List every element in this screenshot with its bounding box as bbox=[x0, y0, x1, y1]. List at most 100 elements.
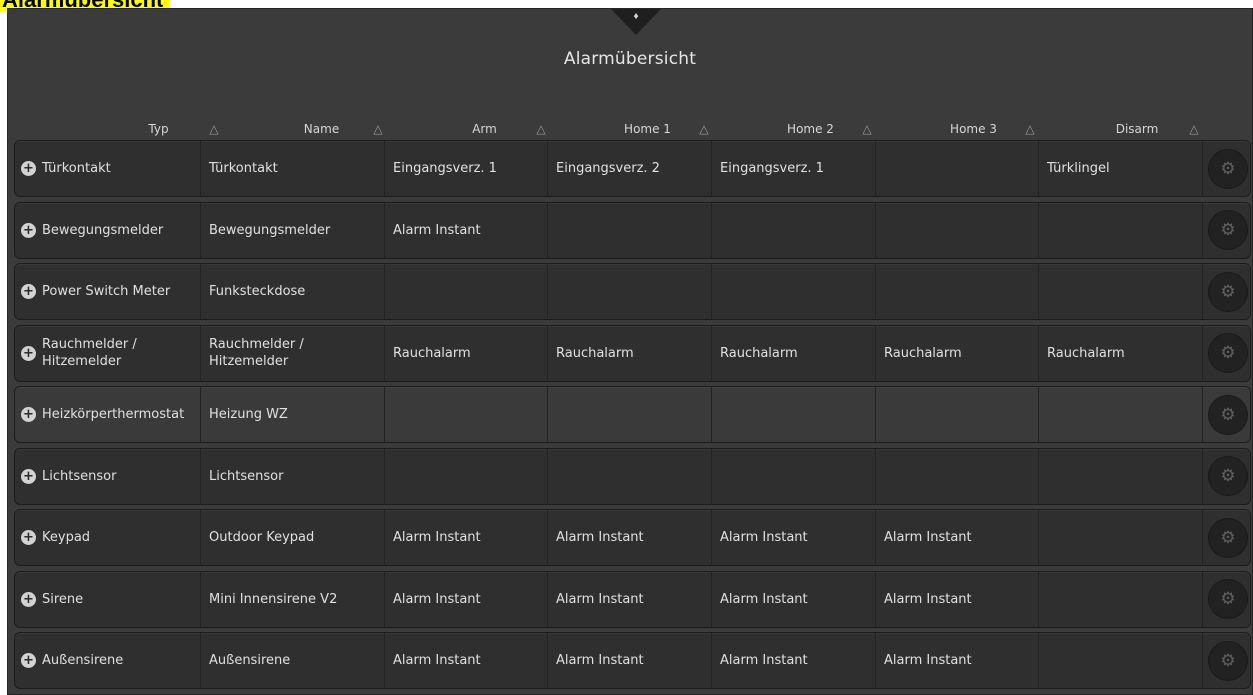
sort-triangle-icon[interactable]: △ bbox=[1019, 122, 1041, 136]
gear-icon[interactable]: ⚙ bbox=[1208, 394, 1248, 435]
cell-name[interactable]: Heizung WZ bbox=[201, 387, 385, 442]
cell-arm[interactable]: Alarm Instant bbox=[385, 571, 548, 627]
cell-home3[interactable] bbox=[876, 141, 1039, 196]
cell-home3[interactable] bbox=[876, 264, 1039, 319]
cell-home1[interactable] bbox=[548, 202, 712, 258]
cell-home2[interactable]: Eingangsverz. 1 bbox=[712, 141, 876, 196]
table-row[interactable]: + Keypad Outdoor Keypad Alarm Instant Alarm … bbox=[14, 509, 1251, 566]
cell-arm[interactable]: Alarm Instant bbox=[385, 633, 548, 688]
cell-home3[interactable]: Alarm Instant bbox=[876, 633, 1039, 688]
cell-home3[interactable]: Rauchalarm bbox=[876, 325, 1039, 381]
cell-text-home2: Alarm Instant bbox=[720, 591, 808, 607]
cell-text-typ: Lichtsensor bbox=[42, 468, 117, 484]
table-row[interactable]: + Power Switch Meter Funksteckdose ⚙ bbox=[14, 263, 1251, 320]
cell-text-home2: Eingangsverz. 1 bbox=[720, 161, 824, 176]
cell-home1[interactable] bbox=[548, 448, 712, 504]
cell-home1[interactable]: Alarm Instant bbox=[548, 633, 712, 688]
cell-home2[interactable] bbox=[712, 202, 876, 258]
sort-triangle-icon[interactable]: △ bbox=[203, 122, 225, 136]
cell-home3[interactable]: Alarm Instant bbox=[876, 571, 1039, 627]
cell-home2[interactable]: Rauchalarm bbox=[712, 325, 876, 381]
gear-icon[interactable]: ⚙ bbox=[1208, 271, 1248, 312]
cell-disarm[interactable] bbox=[1039, 510, 1203, 565]
sort-triangle-icon[interactable]: △ bbox=[1183, 122, 1205, 136]
cell-disarm[interactable]: Türklingel bbox=[1039, 141, 1203, 196]
table-row[interactable]: + Türkontakt Türkontakt Eingangsverz. 1 Eing… bbox=[14, 140, 1251, 197]
sort-triangle-icon[interactable]: △ bbox=[530, 122, 552, 136]
cell-typ: + Außensirene bbox=[15, 633, 201, 688]
cell-home2[interactable]: Alarm Instant bbox=[712, 633, 876, 688]
cell-home1[interactable]: Rauchalarm bbox=[548, 325, 712, 381]
cell-disarm[interactable]: Rauchalarm bbox=[1039, 325, 1203, 381]
cell-name[interactable]: Rauchmelder / Hitzemelder bbox=[201, 325, 385, 381]
cell-text-home3: Rauchalarm bbox=[884, 345, 962, 361]
cell-text-typ: Heizkörperthermostat bbox=[42, 407, 185, 422]
cell-home3[interactable] bbox=[876, 387, 1039, 442]
gear-icon[interactable]: ⚙ bbox=[1208, 517, 1248, 558]
gear-icon[interactable]: ⚙ bbox=[1208, 456, 1248, 496]
cell-disarm[interactable] bbox=[1039, 633, 1203, 688]
table-row[interactable]: + Heizkörperthermostat Heizung WZ ⚙ bbox=[14, 386, 1251, 443]
cell-home2[interactable] bbox=[712, 448, 876, 504]
gear-icon[interactable]: ⚙ bbox=[1208, 210, 1248, 250]
cell-arm[interactable] bbox=[385, 264, 548, 319]
cell-arm[interactable]: Alarm Instant bbox=[385, 510, 548, 565]
plus-icon[interactable]: + bbox=[21, 591, 36, 607]
plus-icon[interactable]: + bbox=[21, 284, 36, 299]
table-row[interactable]: + Bewegungsmelder Bewegungsmelder Alarm Ins… bbox=[14, 201, 1251, 259]
gear-icon[interactable]: ⚙ bbox=[1208, 579, 1248, 619]
cell-home1[interactable]: Eingangsverz. 2 bbox=[548, 141, 712, 196]
cell-home2[interactable] bbox=[712, 387, 876, 442]
cell-typ: + Türkontakt bbox=[15, 141, 201, 196]
panel-title: Alarmübersicht bbox=[563, 49, 697, 69]
gear-icon[interactable]: ⚙ bbox=[1208, 333, 1248, 373]
cell-home3[interactable]: Alarm Instant bbox=[876, 510, 1039, 565]
cell-home3[interactable] bbox=[876, 448, 1039, 504]
cell-name[interactable]: Türkontakt bbox=[201, 141, 385, 196]
cell-text-home3: Alarm Instant bbox=[884, 530, 972, 545]
gear-icon[interactable]: ⚙ bbox=[1208, 148, 1248, 189]
table-row[interactable]: + Außensirene Außensirene Alarm Instant Alar… bbox=[14, 632, 1251, 689]
cell-text-home2: Rauchalarm bbox=[720, 345, 798, 361]
cell-name[interactable]: Outdoor Keypad bbox=[201, 510, 385, 565]
cell-home3[interactable] bbox=[876, 202, 1039, 258]
cell-disarm[interactable] bbox=[1039, 387, 1203, 442]
plus-icon[interactable]: + bbox=[21, 345, 36, 361]
cell-home1[interactable] bbox=[548, 264, 712, 319]
sort-triangle-icon[interactable]: △ bbox=[367, 122, 389, 136]
cell-name[interactable]: Außensirene bbox=[201, 633, 385, 688]
cell-name[interactable]: Funksteckdose bbox=[201, 264, 385, 319]
cell-home1[interactable]: Alarm Instant bbox=[548, 510, 712, 565]
cell-home2[interactable]: Alarm Instant bbox=[712, 510, 876, 565]
plus-icon[interactable]: + bbox=[21, 407, 36, 422]
cell-name[interactable]: Lichtsensor bbox=[201, 448, 385, 504]
cell-name[interactable]: Mini Innensirene V2 bbox=[201, 571, 385, 627]
cell-disarm[interactable] bbox=[1039, 202, 1203, 258]
cell-home1[interactable] bbox=[548, 387, 712, 442]
sort-triangle-icon[interactable]: △ bbox=[856, 122, 878, 136]
plus-icon[interactable]: + bbox=[21, 161, 36, 176]
cell-arm[interactable] bbox=[385, 448, 548, 504]
cell-home2[interactable]: Alarm Instant bbox=[712, 571, 876, 627]
cell-disarm[interactable] bbox=[1039, 448, 1203, 504]
cell-arm[interactable]: Alarm Instant bbox=[385, 202, 548, 258]
cell-home1[interactable]: Alarm Instant bbox=[548, 571, 712, 627]
cell-arm[interactable]: Rauchalarm bbox=[385, 325, 548, 381]
cell-name[interactable]: Bewegungsmelder bbox=[201, 202, 385, 258]
plus-icon[interactable]: + bbox=[21, 222, 36, 238]
table-row[interactable]: + Sirene Mini Innensirene V2 Alarm Instant A… bbox=[14, 570, 1251, 628]
cell-arm[interactable] bbox=[385, 387, 548, 442]
sort-triangle-icon[interactable]: △ bbox=[693, 122, 715, 136]
table-row[interactable]: + Rauchmelder / Hitzemelder Rauchmelder / … bbox=[14, 324, 1251, 382]
cell-home2[interactable] bbox=[712, 264, 876, 319]
plus-icon[interactable]: + bbox=[21, 468, 36, 484]
table-row[interactable]: + Lichtsensor Lichtsensor ⚙ bbox=[14, 447, 1251, 505]
plus-icon[interactable]: + bbox=[21, 530, 36, 545]
cell-disarm[interactable] bbox=[1039, 264, 1203, 319]
plus-icon[interactable]: + bbox=[21, 653, 36, 668]
gear-icon[interactable]: ⚙ bbox=[1208, 640, 1248, 681]
cell-text-typ: Türkontakt bbox=[42, 161, 111, 176]
cell-disarm[interactable] bbox=[1039, 571, 1203, 627]
cell-arm[interactable]: Eingangsverz. 1 bbox=[385, 141, 548, 196]
cell-text-home1: Alarm Instant bbox=[556, 530, 644, 545]
